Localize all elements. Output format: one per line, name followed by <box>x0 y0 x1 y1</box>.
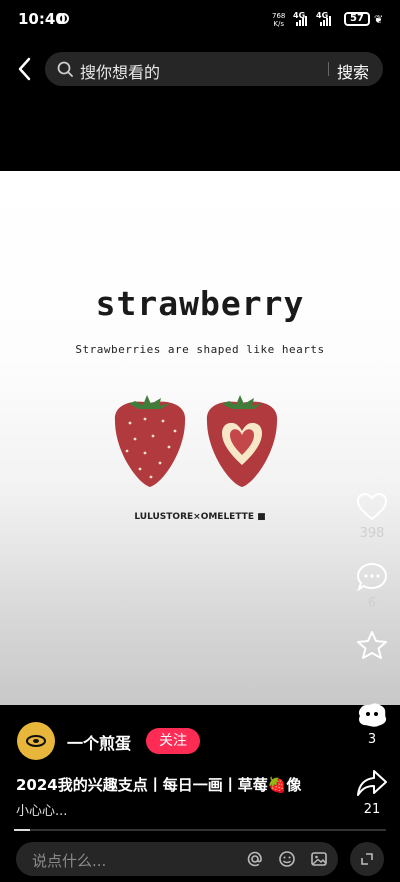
progress-fill <box>14 829 30 831</box>
battery-icon: 57 <box>344 12 370 26</box>
sticker-button[interactable]: 3 <box>350 702 394 747</box>
at-mention-icon[interactable] <box>246 850 264 868</box>
store-credit-text: LULUSTORE×OMELETTE <box>134 512 254 522</box>
net-speed-value: 768 <box>272 12 286 20</box>
share-count: 21 <box>363 802 381 817</box>
strawberries-illustration <box>114 395 278 487</box>
heart-icon <box>356 492 388 521</box>
post-description-more[interactable]: 小心心... <box>16 800 67 819</box>
favorite-button[interactable]: 203 <box>350 630 394 679</box>
author-name[interactable]: 一个煎蛋 <box>67 730 131 754</box>
post-image[interactable]: strawberry Strawberries are shaped like … <box>0 171 400 705</box>
whole-strawberry <box>114 395 186 487</box>
cat-icon: ■ <box>257 512 266 522</box>
store-credit: LULUSTORE×OMELETTE ■ <box>0 512 400 522</box>
comment-button[interactable]: 6 <box>350 562 394 611</box>
notification-icon <box>58 13 69 24</box>
search-icon <box>57 61 73 77</box>
net-speed: 768 K/s <box>272 12 285 28</box>
image-icon[interactable] <box>310 850 328 868</box>
net-speed-unit: K/s <box>273 20 284 28</box>
star-icon <box>357 631 387 659</box>
search-button[interactable]: 搜索 <box>337 59 369 83</box>
search-input[interactable]: 搜你想看的 <box>80 59 160 83</box>
back-button[interactable] <box>14 56 36 82</box>
comment-icon <box>356 562 388 592</box>
image-subtitle: Strawberries are shaped like hearts <box>75 343 325 356</box>
share-button[interactable]: 21 <box>350 768 394 817</box>
share-arrow-icon <box>357 770 387 796</box>
like-count: 398 <box>359 526 385 541</box>
egg-icon <box>26 735 46 747</box>
avatar[interactable] <box>17 722 55 760</box>
search-bar[interactable]: 搜你想看的 搜索 <box>45 52 383 86</box>
favorite-count: 203 <box>359 664 385 679</box>
sliced-strawberry <box>206 395 278 487</box>
signal-bars-2-icon <box>320 14 334 26</box>
image-title: strawberry <box>95 284 305 323</box>
sticker-count: 3 <box>367 732 377 747</box>
progress-bar[interactable] <box>14 829 386 831</box>
follow-button[interactable]: 关注 <box>146 728 200 754</box>
chevron-left-icon <box>18 57 31 81</box>
like-button[interactable]: 398 <box>350 492 394 541</box>
signal-bars-1-icon <box>296 14 310 26</box>
expand-button[interactable] <box>350 842 384 876</box>
comment-placeholder: 说点什么... <box>32 852 107 870</box>
expand-icon <box>361 853 373 865</box>
post-description[interactable]: 2024我的兴趣支点丨每日一画丨草莓🍓像 <box>16 774 301 795</box>
comment-count: 6 <box>367 596 377 611</box>
status-bar: 10:40 768 K/s 4G 4G 57 ❦ <box>0 0 400 40</box>
comment-input[interactable]: 说点什么... <box>16 842 338 876</box>
power-save-icon: ❦ <box>374 13 384 26</box>
search-divider <box>328 62 329 76</box>
sticker-icon <box>358 703 387 727</box>
emoji-icon[interactable] <box>278 850 296 868</box>
